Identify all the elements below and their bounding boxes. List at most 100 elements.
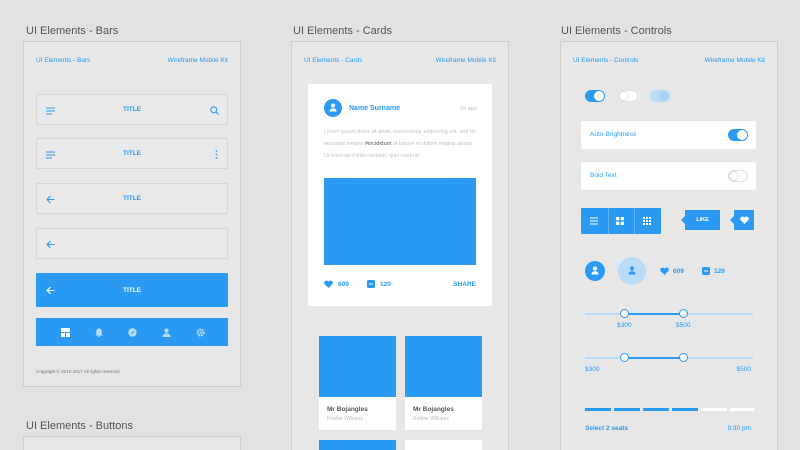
like-count: 609 xyxy=(673,268,684,275)
post-hashtag[interactable]: #incididunt xyxy=(365,141,391,147)
compass-icon[interactable] xyxy=(128,328,137,337)
auto-brightness-row: Auto-Brightness xyxy=(581,121,756,149)
seat-segment[interactable] xyxy=(614,408,640,411)
nav-bar-menu-search: TITLE xyxy=(36,94,228,125)
grid-small-icon[interactable] xyxy=(643,217,651,225)
seats-label: Select 2 seats xyxy=(585,425,629,432)
user-icon xyxy=(628,266,636,275)
tab-bar xyxy=(36,318,228,346)
range-slider-max-knob[interactable] xyxy=(679,353,688,362)
heart-icon xyxy=(740,216,749,224)
gear-icon[interactable] xyxy=(196,328,205,337)
range-slider-min-knob[interactable] xyxy=(620,353,629,362)
grid-icon[interactable] xyxy=(61,328,70,337)
arrow-left-icon[interactable] xyxy=(46,240,55,249)
music-card-title: Mr Bojangles xyxy=(413,406,454,413)
post-timestamp: 1h ago xyxy=(460,106,477,112)
bold-text-toggle[interactable] xyxy=(728,170,748,182)
grid-icon[interactable] xyxy=(616,217,624,225)
cards-panel: UI Elements - Cards Wireframe Mobile Kit… xyxy=(291,41,509,450)
comment-count: 120 xyxy=(380,281,391,288)
heart-tooltip[interactable] xyxy=(730,210,754,230)
bar-title: TITLE xyxy=(122,195,142,202)
post-author-name[interactable]: Name Surname xyxy=(349,105,400,112)
bar-title: TITLE xyxy=(122,287,142,294)
range-min-label: $300 xyxy=(617,322,632,329)
user-icon xyxy=(591,266,599,275)
auto-brightness-label: Auto-Brightness xyxy=(590,131,637,138)
music-card-image xyxy=(319,336,396,397)
post-image xyxy=(324,178,476,265)
more-vertical-icon[interactable] xyxy=(215,150,218,159)
auto-brightness-toggle[interactable] xyxy=(728,129,748,141)
comment-count: 120 xyxy=(714,268,725,275)
avatar-large[interactable] xyxy=(618,257,646,285)
user-icon[interactable] xyxy=(162,328,171,337)
music-card-subtitle: Robbie Williams xyxy=(413,416,449,422)
comment-icon[interactable] xyxy=(367,280,375,288)
cards-header-left: UI Elements - Cards xyxy=(304,57,363,64)
seat-segment[interactable] xyxy=(730,408,754,411)
controls-section-title: UI Elements - Controls xyxy=(561,25,672,37)
list-icon[interactable] xyxy=(590,217,598,225)
seat-segment[interactable] xyxy=(672,408,698,411)
view-segmented-control xyxy=(581,208,661,234)
range-slider-fill xyxy=(625,357,684,359)
like-tooltip-label: LIKE xyxy=(696,217,709,223)
range-slider-max-knob[interactable] xyxy=(679,309,688,318)
music-card-title: Mr Bojangles xyxy=(327,406,368,413)
cards-header-right: Wireframe Mobile Kit xyxy=(435,57,496,64)
nav-bar-menu-more: TITLE xyxy=(36,138,228,169)
range-slider-min-knob[interactable] xyxy=(620,309,629,318)
buttons-section-title: UI Elements - Buttons xyxy=(26,420,133,432)
range-min-label: $300 xyxy=(585,366,600,373)
nav-bar-filled: TITLE xyxy=(36,273,228,307)
seat-segment[interactable] xyxy=(701,408,727,411)
bars-panel: UI Elements - Bars Wireframe Mobile Kit … xyxy=(23,41,241,387)
cards-section-title: UI Elements - Cards xyxy=(293,25,393,37)
toggle-disabled[interactable] xyxy=(650,90,670,102)
share-button[interactable]: SHARE xyxy=(453,281,476,288)
toggle-off[interactable] xyxy=(618,90,638,102)
heart-icon[interactable] xyxy=(660,267,669,275)
comment-icon[interactable] xyxy=(702,267,710,275)
range-slider-fill xyxy=(625,313,684,315)
heart-icon[interactable] xyxy=(324,280,333,288)
seat-segment[interactable] xyxy=(643,408,669,411)
range-max-label: $500 xyxy=(676,322,691,329)
copyright-text: Copyright © 2016-2017 All rights reserve… xyxy=(36,369,121,374)
tooltip-arrow xyxy=(730,216,734,224)
buttons-panel xyxy=(23,436,241,450)
bell-icon[interactable] xyxy=(95,328,103,337)
toggle-on[interactable] xyxy=(585,90,605,102)
avatar xyxy=(324,99,342,117)
music-card-image xyxy=(319,440,396,450)
music-card-subtitle: Robbie Williams xyxy=(327,416,363,422)
bars-header-right: Wireframe Mobile Kit xyxy=(167,57,228,64)
music-card[interactable] xyxy=(405,440,482,450)
music-card[interactable]: Mr Bojangles Robbie Williams xyxy=(405,336,482,430)
post-body: Lorem ipsum dolor sit amet, consectetur … xyxy=(324,126,478,162)
bold-text-row: Bold Text xyxy=(581,162,756,190)
seats-time: 9:30 pm xyxy=(727,425,752,432)
like-tooltip[interactable]: LIKE xyxy=(681,210,720,230)
bar-title: TITLE xyxy=(122,106,142,113)
range-max-label: $500 xyxy=(736,366,751,373)
search-icon[interactable] xyxy=(210,106,219,115)
bar-title: TITLE xyxy=(122,150,142,157)
like-count: 609 xyxy=(338,281,349,288)
music-card-image xyxy=(405,336,482,397)
bold-text-label: Bold Text xyxy=(590,172,617,179)
seat-segment[interactable] xyxy=(585,408,611,411)
music-card[interactable]: Mr Bojangles Robbie Williams xyxy=(319,336,396,430)
avatar[interactable] xyxy=(585,261,605,281)
bars-header-left: UI Elements - Bars xyxy=(36,57,91,64)
controls-header-left: UI Elements - Controls xyxy=(573,57,639,64)
nav-bar-back-title: TITLE xyxy=(36,183,228,214)
bars-section-title: UI Elements - Bars xyxy=(26,25,119,37)
segment-divider xyxy=(634,208,635,234)
controls-header-right: Wireframe Mobile Kit xyxy=(704,57,765,64)
user-icon xyxy=(329,103,337,112)
controls-panel: UI Elements - Controls Wireframe Mobile … xyxy=(560,41,778,450)
post-card[interactable]: Name Surname 1h ago Lorem ipsum dolor si… xyxy=(308,84,492,306)
